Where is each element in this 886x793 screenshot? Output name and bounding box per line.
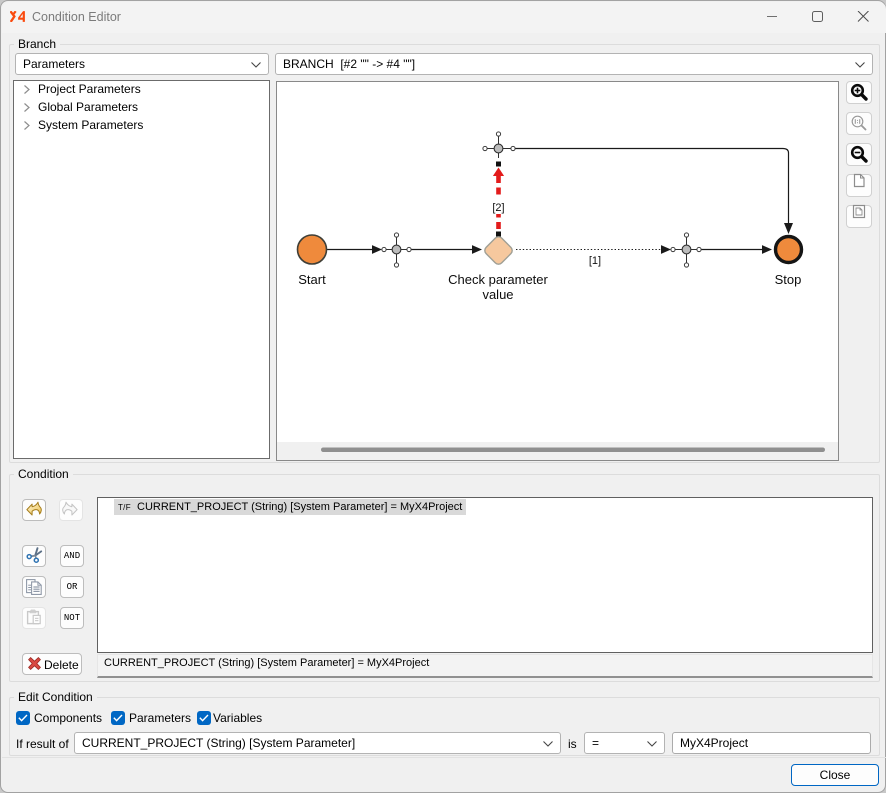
- svg-text:Check parameter: Check parameter: [448, 272, 548, 287]
- svg-text:value: value: [482, 287, 513, 302]
- svg-text:[1]: [1]: [589, 255, 601, 267]
- svg-text:[2]: [2]: [492, 202, 504, 214]
- svg-text:Start: Start: [298, 272, 326, 287]
- svg-text:Stop: Stop: [775, 272, 802, 287]
